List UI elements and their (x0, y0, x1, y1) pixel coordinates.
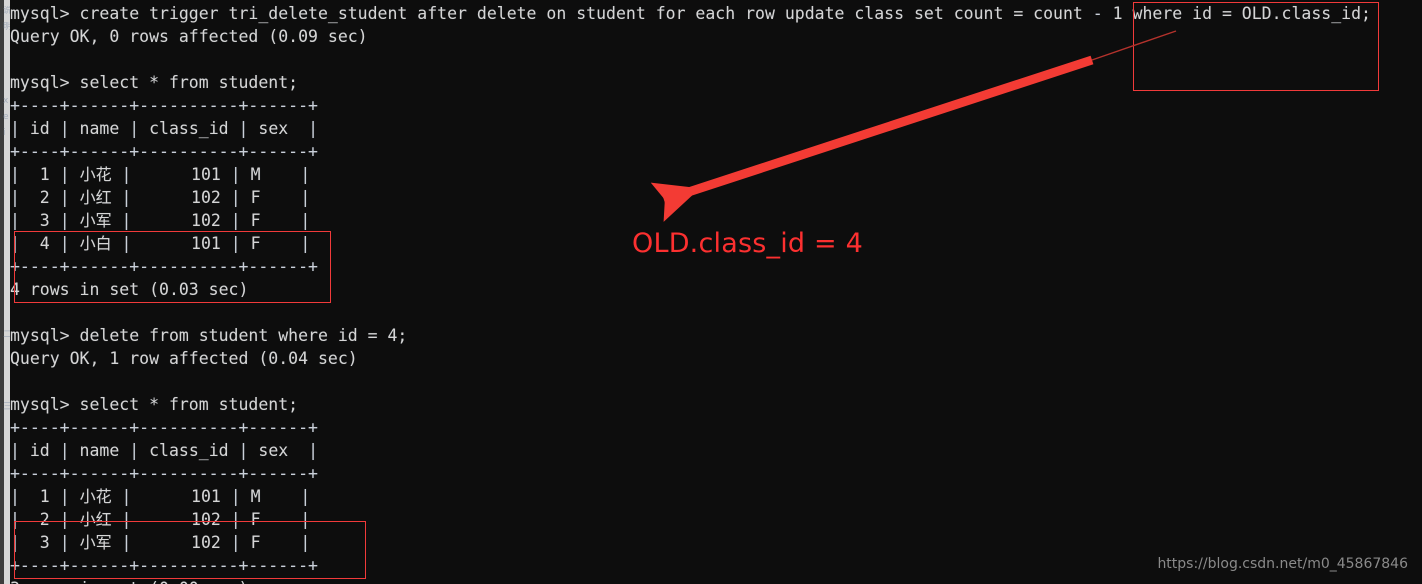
terminal-line: mysql> create trigger tri_delete_student… (10, 4, 1371, 23)
terminal-line: +----+------+----------+------+ (10, 96, 318, 115)
terminal-line: | 4 | 小白 | 101 | F | (10, 234, 311, 253)
terminal-line: | 2 | 小红 | 102 | F | (10, 188, 311, 207)
terminal-line: +----+------+----------+------+ (10, 257, 318, 276)
terminal-line: Query OK, 0 rows affected (0.09 sec) (10, 27, 368, 46)
terminal-line: Query OK, 1 row affected (0.04 sec) (10, 349, 358, 368)
terminal-line: | 3 | 小军 | 102 | F | (10, 211, 311, 230)
terminal-line: 3 rows in set (0.00 sec) (10, 577, 1371, 584)
watermark-url: https://blog.csdn.net/m0_45867846 (1157, 556, 1408, 572)
terminal-line: | id | name | class_id | sex | (10, 441, 318, 460)
terminal-line: 4 rows in set (0.03 sec) (10, 280, 249, 299)
terminal-line: | 2 | 小红 | 102 | F | (10, 510, 311, 529)
terminal-line: | 1 | 小花 | 101 | M | (10, 487, 311, 506)
terminal-line: mysql> select * from student; (10, 395, 299, 414)
terminal-line: mysql> delete from student where id = 4; (10, 326, 408, 345)
terminal-line: | id | name | class_id | sex | (10, 119, 318, 138)
terminal-output[interactable]: mysql> create trigger tri_delete_student… (10, 2, 1371, 584)
screenshot-root: 说 明 x e i 二 三 mysql> create trigger tri_… (0, 0, 1422, 584)
terminal-line: | 3 | 小军 | 102 | F | (10, 533, 311, 552)
terminal-line: | 1 | 小花 | 101 | M | (10, 165, 311, 184)
terminal-line: +----+------+----------+------+ (10, 142, 318, 161)
terminal-line: mysql> select * from student; (10, 73, 299, 92)
terminal-line: +----+------+----------+------+ (10, 464, 318, 483)
terminal-line: +----+------+----------+------+ (10, 418, 318, 437)
mysql-console-window[interactable]: mysql> create trigger tri_delete_student… (10, 0, 1422, 584)
